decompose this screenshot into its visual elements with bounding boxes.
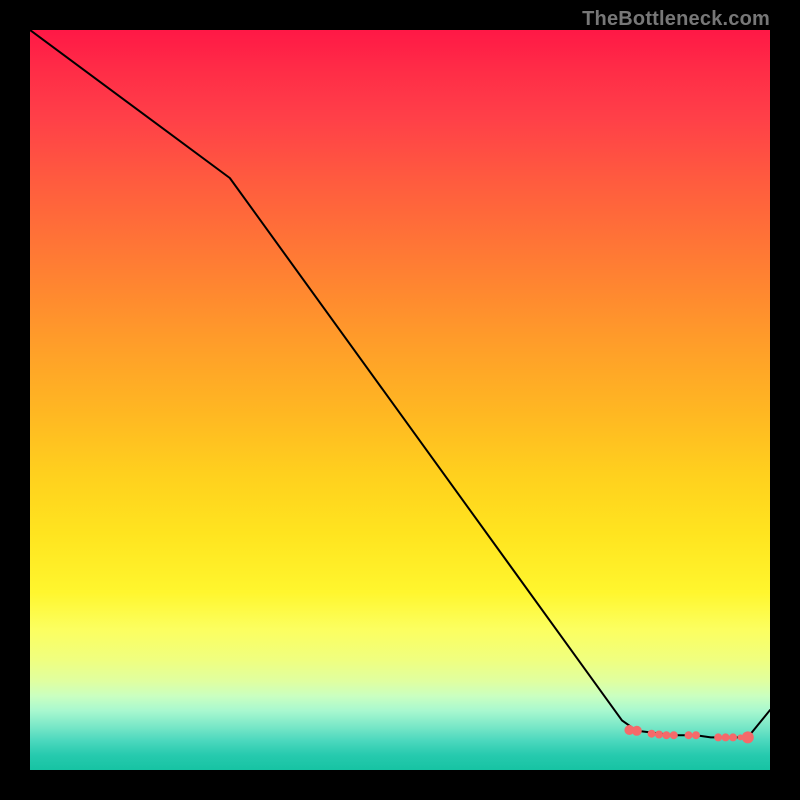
marker-dot (692, 731, 700, 739)
marker-dot (648, 730, 656, 738)
marker-dot (632, 726, 642, 736)
marker-dot (662, 731, 670, 739)
marker-dot (722, 733, 730, 741)
plot-area (30, 30, 770, 770)
marker-dot (742, 731, 754, 743)
marker-cluster (624, 725, 753, 743)
marker-dot (670, 731, 678, 739)
attribution-label: TheBottleneck.com (582, 8, 770, 31)
chart-frame: TheBottleneck.com (0, 0, 800, 800)
main-curve (30, 30, 770, 737)
marker-dot (655, 731, 663, 739)
marker-dot (685, 731, 693, 739)
chart-overlay (30, 30, 770, 770)
marker-dot (729, 733, 737, 741)
marker-dot (714, 733, 722, 741)
